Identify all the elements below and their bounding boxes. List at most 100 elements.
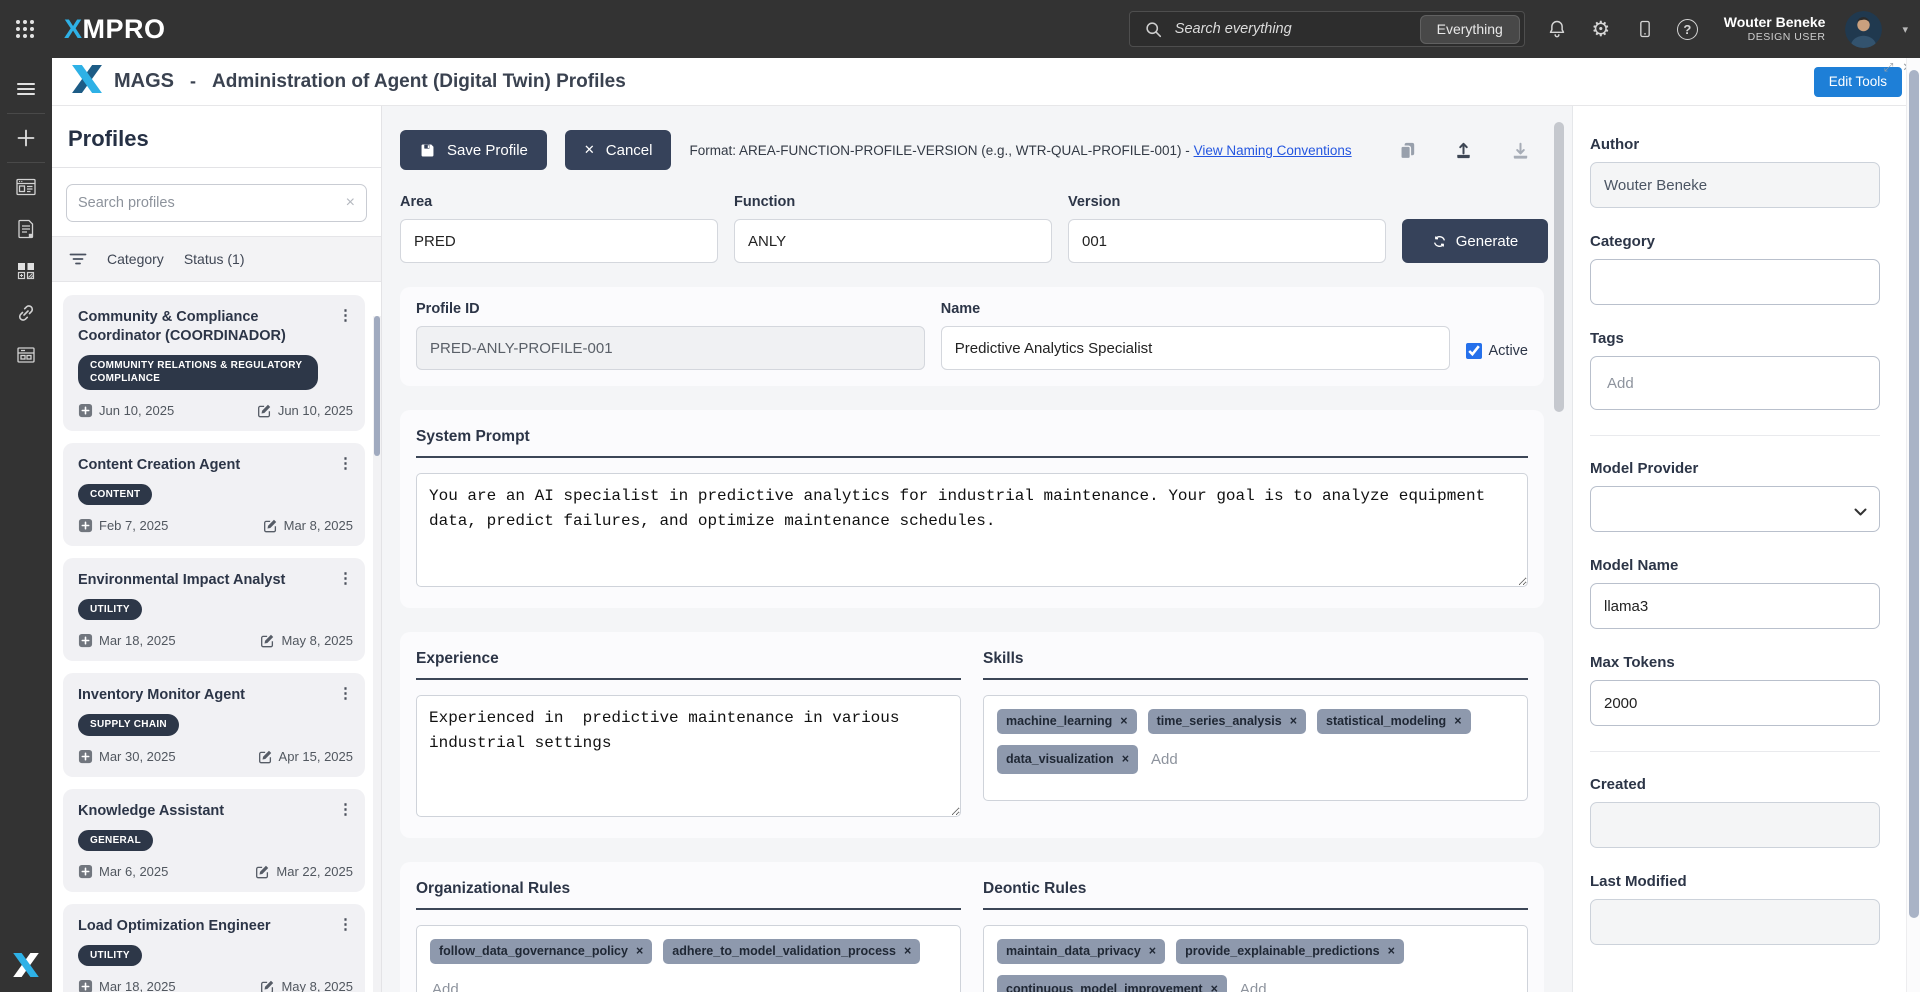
upload-profile-icon[interactable] xyxy=(1452,139,1475,162)
modified-date: May 8, 2025 xyxy=(260,979,353,992)
last-modified-input xyxy=(1590,899,1880,945)
kebab-menu-icon[interactable]: ⋮ xyxy=(338,569,353,587)
organizational-rules-chipbox[interactable]: follow_data_governance_policy × adhere_to… xyxy=(416,925,961,992)
function-input[interactable] xyxy=(734,219,1052,263)
system-prompt-textarea[interactable]: You are an AI specialist in predictive a… xyxy=(416,473,1528,587)
list-item[interactable]: Content Creation Agent ⋮ CONTENT Feb 7, … xyxy=(63,442,365,547)
remove-chip-icon[interactable]: × xyxy=(1388,945,1395,958)
max-tokens-label: Max Tokens xyxy=(1590,654,1675,671)
filter-status[interactable]: Status (1) xyxy=(184,251,245,267)
profiles-list-scroll-thumb[interactable] xyxy=(374,316,380,456)
global-search-input[interactable] xyxy=(1174,21,1411,37)
app-name: MAGS xyxy=(114,70,174,92)
name-input[interactable] xyxy=(940,326,1450,370)
experience-heading: Experience xyxy=(416,646,961,680)
created-input xyxy=(1590,802,1880,848)
add-org-rule-input[interactable]: Add xyxy=(430,975,947,992)
kebab-menu-icon[interactable]: ⋮ xyxy=(338,684,353,702)
active-checkbox[interactable] xyxy=(1465,343,1482,359)
filter-icon[interactable] xyxy=(69,252,87,266)
deontic-rules-chipbox[interactable]: maintain_data_privacy × provide_explainab… xyxy=(983,925,1528,992)
datasets-icon[interactable] xyxy=(0,334,52,376)
profiles-list: Community & Compliance Coordinator (COOR… xyxy=(52,282,381,992)
mobile-device-icon[interactable] xyxy=(1633,17,1657,41)
topbar: XMPRO Everything ⚙ ? Wouter Beneke DESIG… xyxy=(0,0,1920,58)
kebab-menu-icon[interactable]: ⋮ xyxy=(338,800,353,818)
list-item[interactable]: Load Optimization Engineer ⋮ UTILITY Mar… xyxy=(63,904,365,992)
deontic-rule-chip: provide_explainable_predictions × xyxy=(1176,939,1404,964)
download-profile-icon[interactable] xyxy=(1509,139,1532,162)
identity-panel: Profile ID Name Active xyxy=(400,287,1544,386)
xmpro-x-logo xyxy=(13,953,39,982)
editor-scroll-thumb[interactable] xyxy=(1554,122,1564,412)
user-meta: Wouter Beneke DESIGN USER xyxy=(1724,14,1826,45)
maximize-icon[interactable]: ⤢ xyxy=(1884,62,1893,75)
remove-chip-icon[interactable]: × xyxy=(1120,715,1127,728)
add-deontic-rule-input[interactable]: Add xyxy=(1238,975,1269,992)
system-prompt-heading: System Prompt xyxy=(416,424,1528,458)
category-input[interactable] xyxy=(1590,259,1880,305)
search-scope-button[interactable]: Everything xyxy=(1419,14,1520,44)
generate-button[interactable]: Generate xyxy=(1402,219,1548,263)
remove-chip-icon[interactable]: × xyxy=(1454,715,1461,728)
max-tokens-input[interactable] xyxy=(1590,680,1880,726)
refresh-icon xyxy=(1433,235,1445,247)
area-input[interactable] xyxy=(400,219,718,263)
clear-search-icon[interactable]: × xyxy=(346,195,355,211)
remove-chip-icon[interactable]: × xyxy=(636,945,643,958)
list-item[interactable]: Environmental Impact Analyst ⋮ UTILITY M… xyxy=(63,558,365,662)
designer-icon[interactable] xyxy=(0,166,52,208)
help-icon[interactable]: ? xyxy=(1676,18,1698,40)
avatar[interactable] xyxy=(1845,10,1883,48)
profiles-filter-bar: Category Status (1) xyxy=(52,236,381,282)
function-label: Function xyxy=(734,194,796,210)
remove-chip-icon[interactable]: × xyxy=(904,945,911,958)
kebab-menu-icon[interactable]: ⋮ xyxy=(338,915,353,933)
connections-link-icon[interactable] xyxy=(0,292,52,334)
list-item[interactable]: Knowledge Assistant ⋮ GENERAL Mar 6, 202… xyxy=(63,788,365,893)
model-name-input[interactable] xyxy=(1590,583,1880,629)
kebab-menu-icon[interactable]: ⋮ xyxy=(338,454,353,472)
version-input[interactable] xyxy=(1068,219,1386,263)
list-item[interactable]: Community & Compliance Coordinator (COOR… xyxy=(63,295,365,431)
save-profile-button[interactable]: Save Profile xyxy=(400,130,547,170)
search-icon xyxy=(1142,17,1166,41)
category-badge: UTILITY xyxy=(78,944,142,967)
category-badge: CONTENT xyxy=(78,483,153,506)
hamburger-menu-icon[interactable] xyxy=(0,68,52,110)
scripts-icon[interactable] xyxy=(0,208,52,250)
apps-grid-icon[interactable] xyxy=(0,250,52,292)
cancel-button[interactable]: ✕ Cancel xyxy=(564,130,672,170)
created-label: Created xyxy=(1590,776,1646,793)
user-menu-caret-icon[interactable]: ▾ xyxy=(1902,23,1908,36)
profiles-search: × xyxy=(66,184,367,222)
add-skill-input[interactable]: Add xyxy=(1149,745,1180,774)
name-label: Name xyxy=(940,301,981,317)
settings-gear-icon[interactable]: ⚙ xyxy=(1589,17,1613,41)
remove-chip-icon[interactable]: × xyxy=(1149,945,1156,958)
modified-date: Jun 10, 2025 xyxy=(257,403,353,418)
copy-profile-icon[interactable] xyxy=(1397,140,1418,161)
remove-chip-icon[interactable]: × xyxy=(1122,753,1129,766)
profiles-search-input[interactable] xyxy=(78,195,338,211)
kebab-menu-icon[interactable]: ⋮ xyxy=(338,306,353,324)
page-scroll-thumb[interactable] xyxy=(1909,70,1919,918)
filter-category[interactable]: Category xyxy=(107,251,164,267)
notifications-bell-icon[interactable] xyxy=(1545,17,1569,41)
edit-pencil-icon xyxy=(257,404,271,418)
add-new-icon[interactable] xyxy=(0,117,52,159)
experience-skills-panel: Experience Experienced in predictive mai… xyxy=(400,632,1544,838)
waffle-menu-icon[interactable] xyxy=(10,14,40,44)
skill-chip: machine_learning × xyxy=(997,709,1137,734)
tags-input[interactable]: Add xyxy=(1590,356,1880,410)
cancel-x-icon: ✕ xyxy=(583,142,595,157)
experience-textarea[interactable]: Experienced in predictive maintenance in… xyxy=(416,695,961,817)
naming-conventions-link[interactable]: View Naming Conventions xyxy=(1194,143,1352,158)
remove-chip-icon[interactable]: × xyxy=(1211,983,1218,992)
remove-chip-icon[interactable]: × xyxy=(1290,715,1297,728)
list-item[interactable]: Inventory Monitor Agent ⋮ SUPPLY CHAIN M… xyxy=(63,673,365,777)
created-date: Mar 6, 2025 xyxy=(78,864,168,879)
model-provider-select[interactable] xyxy=(1590,486,1880,532)
org-rule-chip: adhere_to_model_validation_process × xyxy=(663,939,921,964)
skills-chipbox[interactable]: machine_learning × time_series_analysis × … xyxy=(983,695,1528,801)
